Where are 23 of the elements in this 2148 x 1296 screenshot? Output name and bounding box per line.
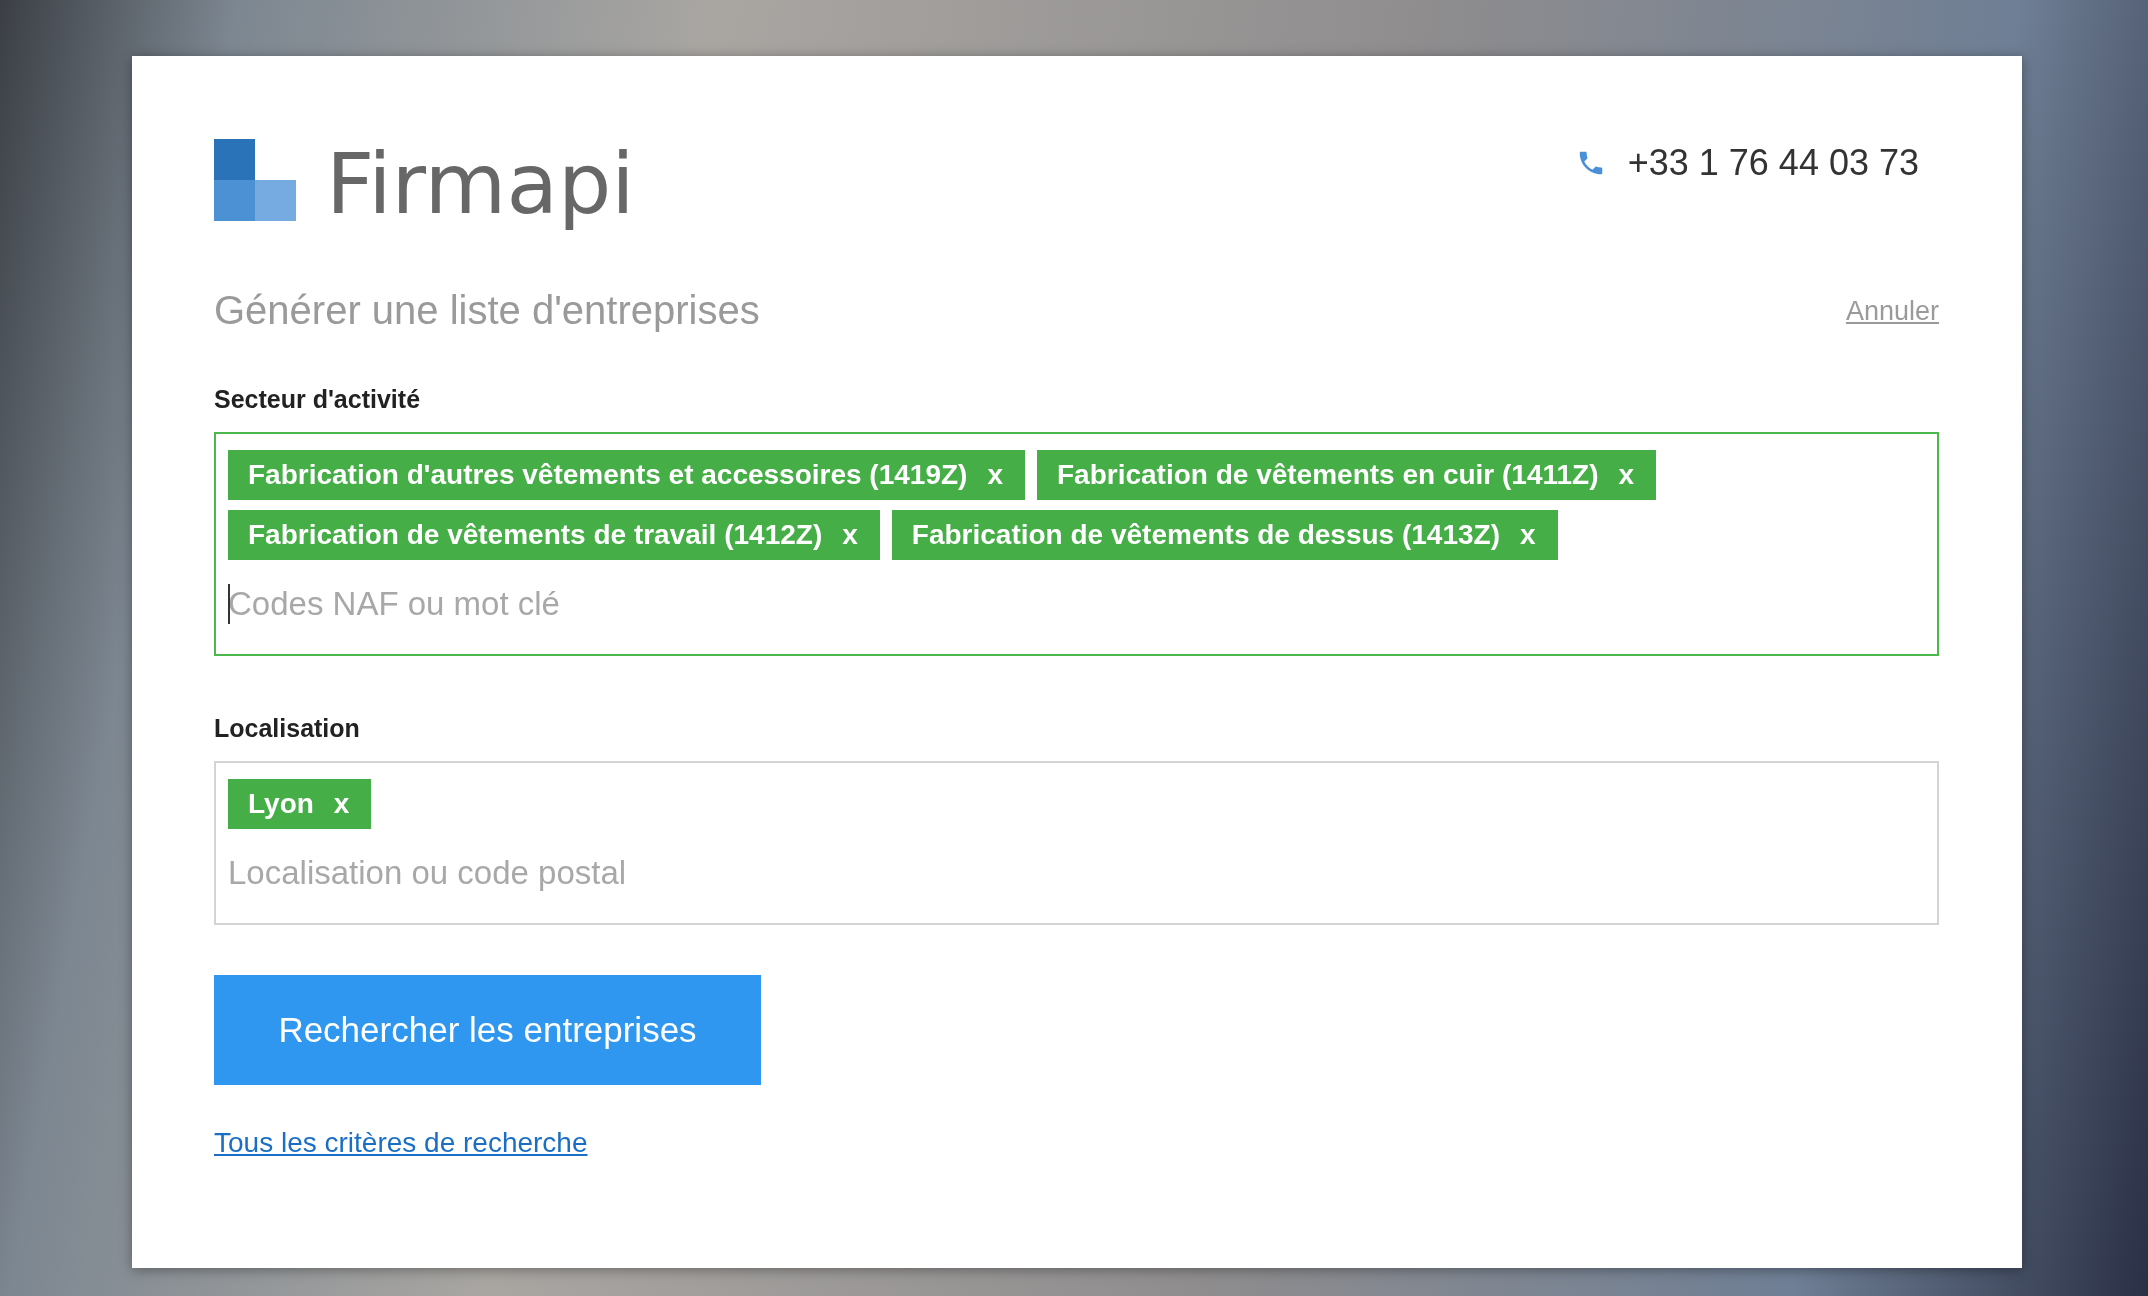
tag-input-field[interactable] <box>214 432 1939 656</box>
form-title: Générer une liste d'entreprises <box>214 288 760 333</box>
field-label: Secteur d'activité <box>214 385 422 414</box>
search-input[interactable]: Localisation ou code postal <box>228 854 1925 892</box>
remove-tag-button[interactable]: x <box>1618 459 1635 491</box>
tag-input-field[interactable]: Lyon x Localisation ou code postal <box>214 761 1939 925</box>
field-label: Localisation <box>214 714 361 743</box>
tag-label: Lyon <box>248 788 314 820</box>
tag-label: Fabrication de vêtements de dessus (1413Z) <box>911 519 1500 551</box>
cancel-link[interactable]: Annuler <box>1845 296 1939 327</box>
search-button[interactable]: Rechercher les entreprises <box>214 975 761 1085</box>
all-criteria-link[interactable]: Tous les critères de recherche <box>214 1127 588 1159</box>
remove-tag-button[interactable]: x <box>333 788 350 820</box>
phone-number: +33 1 76 44 03 73 <box>1627 142 1919 184</box>
logo-icon <box>214 139 296 221</box>
remove-tag-button[interactable]: x <box>1520 519 1536 551</box>
tag-label: Fabrication de vêtements en cuir (1411Z) <box>1057 459 1599 491</box>
remove-tag-button[interactable]: x <box>842 519 858 551</box>
tag-label: Fabrication de vêtements de travail (1412Z) <box>248 519 823 551</box>
text-cursor <box>228 584 230 624</box>
remove-tag-button[interactable]: x <box>987 459 1003 491</box>
search-input[interactable]: Codes NAF ou mot clé <box>228 585 1925 623</box>
tag-label: Fabrication d'autres vêtements et accessoires (1419Z) <box>248 459 968 491</box>
